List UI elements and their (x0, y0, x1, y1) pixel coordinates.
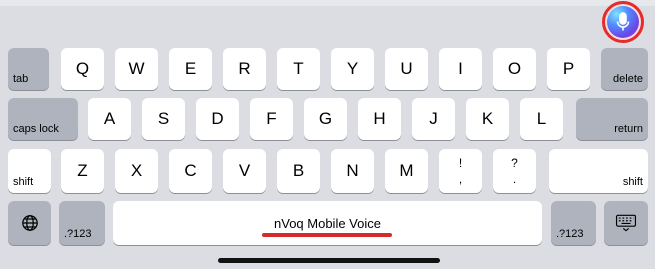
key-q[interactable]: Q (61, 48, 104, 90)
tab-key[interactable]: tab (8, 48, 49, 90)
microphone-icon (607, 6, 639, 38)
comma-label: , (458, 172, 463, 186)
caps-lock-key-label: caps lock (13, 123, 59, 135)
numbers-right-key[interactable]: .?123 (551, 201, 596, 245)
keyboard-top-border (0, 0, 655, 6)
key-c[interactable]: C (169, 149, 212, 193)
key-y[interactable]: Y (331, 48, 374, 90)
key-question-period[interactable]: ? . (493, 149, 536, 193)
shift-left-key[interactable]: shift (8, 149, 51, 193)
return-key[interactable]: return (576, 98, 648, 140)
shift-right-key-label: shift (622, 176, 643, 188)
key-o[interactable]: O (493, 48, 536, 90)
return-key-label: return (614, 123, 643, 135)
keyboard-dismiss-key[interactable] (604, 201, 648, 245)
caps-lock-key[interactable]: caps lock (8, 98, 78, 140)
key-i[interactable]: I (439, 48, 482, 90)
key-h[interactable]: H (358, 98, 401, 140)
numbers-left-key[interactable]: .?123 (59, 201, 105, 245)
key-u[interactable]: U (385, 48, 428, 90)
key-x[interactable]: X (115, 149, 158, 193)
numbers-right-key-label: .?123 (556, 228, 584, 240)
shift-right-key[interactable]: shift (549, 149, 648, 193)
key-a[interactable]: A (88, 98, 131, 140)
key-t[interactable]: T (277, 48, 320, 90)
key-j[interactable]: J (412, 98, 455, 140)
globe-icon (21, 214, 39, 232)
globe-key[interactable] (8, 201, 51, 245)
key-d[interactable]: D (196, 98, 239, 140)
key-r[interactable]: R (223, 48, 266, 90)
period-label: . (512, 172, 517, 186)
shift-left-key-label: shift (13, 176, 34, 188)
key-e[interactable]: E (169, 48, 212, 90)
key-w[interactable]: W (115, 48, 158, 90)
key-exclamation-comma[interactable]: ! , (439, 149, 482, 193)
delete-key[interactable]: delete (601, 48, 648, 90)
key-l[interactable]: L (520, 98, 563, 140)
question-label: ? (511, 156, 518, 170)
key-g[interactable]: G (304, 98, 347, 140)
keyboard-dismiss-icon (615, 214, 637, 232)
key-p[interactable]: P (547, 48, 590, 90)
delete-key-label: delete (613, 73, 643, 85)
space-label-highlight (262, 233, 392, 237)
tab-key-label: tab (13, 73, 29, 85)
key-s[interactable]: S (142, 98, 185, 140)
space-key-label: nVoq Mobile Voice (274, 215, 381, 231)
microphone-button[interactable] (602, 1, 644, 43)
key-b[interactable]: B (277, 149, 320, 193)
key-z[interactable]: Z (61, 149, 104, 193)
key-n[interactable]: N (331, 149, 374, 193)
key-f[interactable]: F (250, 98, 293, 140)
home-indicator[interactable] (218, 258, 440, 263)
key-m[interactable]: M (385, 149, 428, 193)
numbers-left-key-label: .?123 (64, 228, 92, 240)
exclamation-label: ! (458, 156, 463, 170)
space-key[interactable]: nVoq Mobile Voice (113, 201, 542, 245)
key-v[interactable]: V (223, 149, 266, 193)
key-k[interactable]: K (466, 98, 509, 140)
